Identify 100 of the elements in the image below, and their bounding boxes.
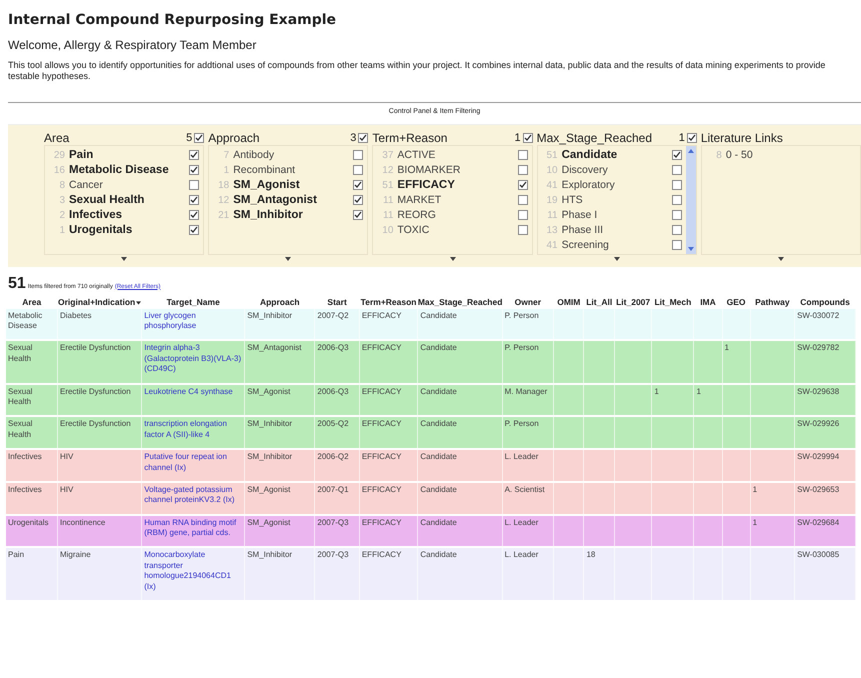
checkbox[interactable] [672,150,682,160]
column-header[interactable]: Pathway [755,296,790,307]
scroll-up-icon[interactable] [686,148,695,154]
facet-item[interactable]: 0 - 50 [726,149,856,162]
facet-item[interactable]: Discovery [562,164,672,176]
facet-item[interactable]: Cancer [69,179,190,192]
facet-item[interactable]: ACTIVE [397,149,518,162]
target-link[interactable]: Voltage-gated potassium channel proteinKV3.2 (Ix) [144,484,242,506]
table-row[interactable]: Infectives HIV Putative four repeat ion channel (Ix) SM_Inhibitor 2006-Q2 EFFICACY Candidate L. Leader SW-029994 [6,449,856,482]
column-header[interactable]: Target_Name [166,296,220,307]
checkbox[interactable] [672,195,682,206]
facet-item[interactable]: HTS [562,194,672,206]
table-row[interactable]: Metabolic Disease Diabetes Liver glycogen phosphorylase SM_Inhibitor 2007-Q2 EFFICACY Candidate P. Person SW-030072 [6,308,856,340]
expand-icon[interactable] [285,256,292,261]
column-header[interactable]: Owner [514,296,542,307]
facet-item[interactable]: SM_Inhibitor [233,209,354,222]
checkbox[interactable] [672,210,682,220]
facet-item[interactable]: Exploratory [562,179,672,192]
checkbox[interactable] [686,132,697,143]
facet-item[interactable]: Infectives [69,209,190,222]
checkbox[interactable] [194,132,204,143]
column-header[interactable]: GEO [726,296,746,307]
table-row[interactable]: Sexual Health Erectile Dysfunction Integrin alpha-3 (Galactoprotein B3)(VLA-3) (CD49C) SM_Antagonist 2006-Q3 EFFICACY Candidate P. Person 1 SW-029782 [6,340,856,384]
table-cell: Sexual Health [8,386,32,406]
table-cell: Candidate [420,550,457,560]
table-cell: M. Manager [504,386,548,396]
table-row[interactable]: Urogenitals Incontinence Human RNA binding motif (RBM) gene, partial cds. SM_Agonist 2007-Q3 EFFICACY Candidate L. Leader 1 SW-029684 [6,514,856,548]
facet-item[interactable]: Candidate [562,149,672,162]
column-header[interactable]: OMIM [557,296,580,307]
column-header[interactable]: Lit_2007 [616,296,650,307]
facet-item[interactable]: Sexual Health [69,194,190,206]
column-header[interactable]: Term+Reason [360,296,416,307]
expand-icon[interactable] [121,256,128,261]
target-link[interactable]: Liver glycogen phosphorylase [144,310,242,332]
facet-item[interactable]: Recombinant [233,164,354,176]
item-count: 3 [58,194,65,206]
table-row[interactable]: Infectives HIV Voltage-gated potassium channel proteinKV3.2 (Ix) SM_Agonist 2007-Q1 EFFICACY Candidate A. Scientist 1 SW-029653 [6,482,856,515]
checkbox[interactable] [518,180,528,190]
checkbox[interactable] [518,225,528,236]
checkbox[interactable] [353,150,364,160]
expand-icon[interactable] [450,256,456,261]
column-header[interactable]: Lit_Mech [654,296,692,307]
checkbox[interactable] [518,195,528,206]
table-row[interactable]: Sexual Health Erectile Dysfunction Leukotriene C4 synthase SM_Agonist 2006-Q3 EFFICACY Candidate M. Manager 1 1 SW-029638 [6,384,856,416]
facet-item[interactable]: EFFICACY [397,179,518,192]
scroll-down-icon[interactable] [686,246,695,252]
table-row[interactable]: Pain Migraine Monocarboxylate transporter homologue2194064CD1 (Ix) SM_Inhibitor 2007-Q3 EFFICACY Candidate L. Leader 18 SW-030085 [6,547,856,602]
facet-item[interactable]: REORG [397,209,518,222]
checkbox[interactable] [353,165,364,176]
facet-item[interactable]: Screening [562,239,672,252]
column-header[interactable]: Area [22,296,42,307]
checkbox[interactable] [518,150,528,160]
checkbox[interactable] [672,240,682,250]
facet-item[interactable]: Antibody [233,149,354,162]
checkbox[interactable] [189,210,200,220]
table-cell: SW-029782 [797,343,840,352]
column-header[interactable]: Max_Stage_Reached [418,296,502,307]
target-link[interactable]: Human RNA binding motif (RBM) gene, partial cds. [144,518,242,538]
column-header[interactable]: Compounds [800,296,850,307]
column-header[interactable]: Approach [260,296,300,307]
facet-item[interactable]: Metabolic Disease [69,164,190,176]
checkbox[interactable] [189,225,200,236]
table-row[interactable]: Sexual Health Erectile Dysfunction transcription elongation factor A (SII)-like 4 SM_Inhibitor 2005-Q2 EFFICACY Candidate P. Person SW-029926 [6,416,856,450]
checkbox[interactable] [189,165,200,176]
checkbox[interactable] [358,132,368,143]
column-header[interactable]: Lit_All [586,296,612,307]
checkbox[interactable] [518,165,528,176]
facet-item[interactable]: SM_Antagonist [233,194,354,206]
facet-item[interactable]: SM_Agonist [233,179,354,192]
facet-item[interactable]: BIOMARKER [397,164,518,176]
checkbox[interactable] [672,225,682,236]
column-header[interactable]: Start [327,296,347,307]
facet-item[interactable]: Phase I [562,209,672,222]
target-link[interactable]: Leukotriene C4 synthase [144,386,242,397]
checkbox[interactable] [672,180,682,190]
checkbox[interactable] [672,165,682,176]
target-link[interactable]: Integrin alpha-3 (Galactoprotein B3)(VLA-3) (CD49C) [144,343,242,375]
column-header[interactable]: Original+Indication [58,296,142,307]
column-header[interactable]: IMA [700,296,716,307]
facet-item[interactable]: Urogenitals [69,224,190,236]
checkbox[interactable] [353,195,364,206]
checkbox[interactable] [522,132,533,143]
checkbox[interactable] [189,150,200,160]
checkbox[interactable] [518,210,528,220]
checkbox[interactable] [189,195,200,206]
facet-item[interactable]: Phase III [562,224,672,236]
facet-item[interactable]: Pain [69,149,190,162]
target-link[interactable]: Putative four repeat ion channel (Ix) [144,452,242,473]
checkbox[interactable] [189,180,200,190]
checkbox[interactable] [353,180,364,190]
table-cell: EFFICACY [362,518,402,527]
expand-icon[interactable] [614,256,620,261]
scrollbar[interactable] [686,146,696,254]
target-link[interactable]: Monocarboxylate transporter homologue2194064CD1 (Ix) [144,550,242,592]
checkbox[interactable] [353,210,364,220]
expand-icon[interactable] [778,256,784,261]
item-count: 18 [217,180,230,191]
target-link[interactable]: transcription elongation factor A (SII)-like 4 [144,419,242,440]
facet-item[interactable]: TOXIC [397,224,518,236]
facet-item[interactable]: MARKET [397,194,518,206]
